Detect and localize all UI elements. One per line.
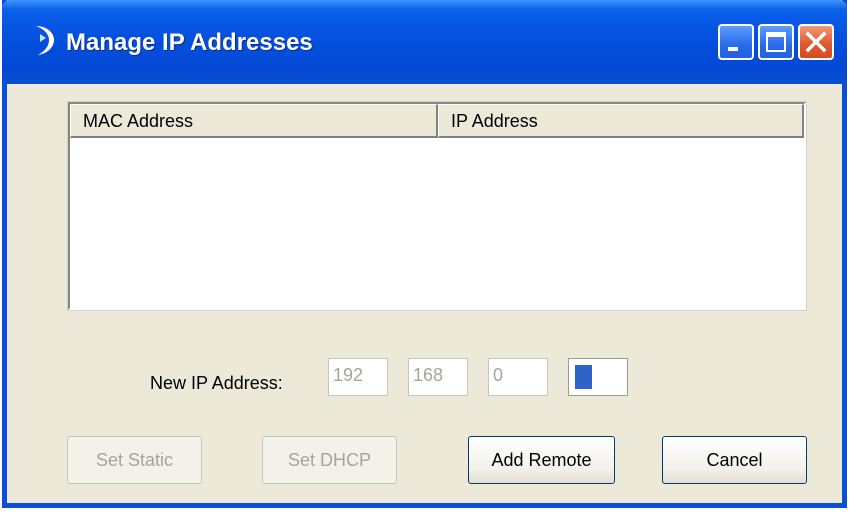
new-ip-address-label: New IP Address: (150, 373, 283, 393)
title-bar[interactable]: Manage IP Addresses (2, 0, 847, 84)
window-title: Manage IP Addresses (66, 29, 313, 56)
cancel-button[interactable]: Cancel (662, 436, 807, 484)
maximize-icon (766, 32, 786, 52)
minimize-button[interactable] (718, 24, 754, 60)
ip-octet-3-input[interactable]: 0 (488, 358, 548, 396)
close-icon (805, 31, 827, 53)
list-header: MAC Address IP Address (70, 104, 804, 138)
set-dhcp-button[interactable]: Set DHCP (262, 436, 397, 484)
column-header-mac-address[interactable]: MAC Address (70, 104, 438, 138)
close-button[interactable] (798, 24, 834, 60)
ip-address-list[interactable]: MAC Address IP Address (67, 101, 807, 311)
column-header-ip-address[interactable]: IP Address (438, 104, 804, 138)
minimize-icon (728, 47, 738, 51)
set-static-button[interactable]: Set Static (67, 436, 202, 484)
text-cursor (575, 365, 592, 389)
app-icon (36, 26, 54, 55)
ip-octet-1-input[interactable]: 192 (328, 358, 388, 396)
ip-octet-4-input[interactable] (568, 358, 628, 396)
dialog-window: Manage IP Addresses MAC Address IP Addre… (2, 0, 847, 508)
add-remote-button[interactable]: Add Remote (468, 436, 615, 484)
maximize-button[interactable] (758, 24, 794, 60)
ip-octet-2-input[interactable]: 168 (408, 358, 468, 396)
